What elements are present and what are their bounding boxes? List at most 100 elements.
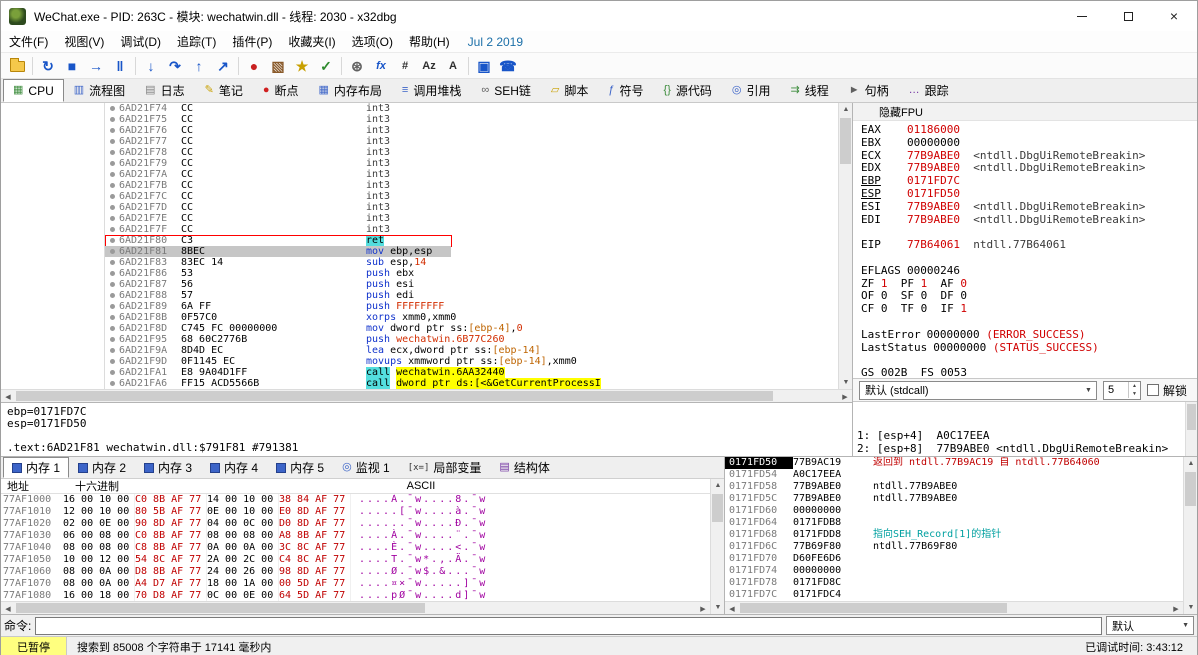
- tab-source[interactable]: {}源代码: [654, 79, 722, 102]
- scrollbar-thumb[interactable]: [16, 603, 425, 613]
- assemble-button[interactable]: Az: [417, 55, 441, 77]
- scrollbar-thumb[interactable]: [740, 603, 1007, 613]
- scroll-down-icon[interactable]: [839, 376, 853, 389]
- tab-references[interactable]: ◎引用: [722, 79, 781, 102]
- scrollbar-track[interactable]: [739, 602, 1169, 614]
- disasm-row[interactable]: 6AD21F76CCint3: [1, 125, 838, 136]
- tab-seh-chain[interactable]: ∞SEH链: [471, 79, 541, 102]
- spinner-down-icon[interactable]: ▼: [1129, 390, 1140, 398]
- disassembly-vertical-scrollbar[interactable]: [838, 103, 852, 389]
- tab-memory-5[interactable]: 内存 5: [267, 457, 333, 478]
- arguments-view[interactable]: 1: [esp+4] A0C17EEA2: [esp+8] 77B9ABE0 <…: [853, 401, 1197, 456]
- open-file-button[interactable]: [5, 55, 29, 77]
- step-over-button[interactable]: ↷: [163, 55, 187, 77]
- stack-row[interactable]: 0171FD5077B9AC19返回到 ntdll.77B9AC19 自 ntd…: [725, 457, 1183, 469]
- tab-memory-1[interactable]: 内存 1: [3, 457, 69, 478]
- hide-fpu-button[interactable]: 隐藏FPU: [879, 104, 923, 120]
- scroll-left-icon[interactable]: [1, 602, 15, 614]
- register-row[interactable]: LastStatus00000000 (STATUS_SUCCESS): [861, 342, 1197, 355]
- report-bug-button[interactable]: ☎: [496, 55, 520, 77]
- stack-view[interactable]: 0171FD5077B9AC19返回到 ntdll.77B9AC19 自 ntd…: [725, 457, 1183, 601]
- scrollbar-thumb[interactable]: [840, 118, 851, 164]
- calculator-button[interactable]: fx: [369, 55, 393, 77]
- disasm-row[interactable]: 6AD21F7DCCint3: [1, 202, 838, 213]
- run-button[interactable]: →: [84, 55, 108, 77]
- scrollbar-thumb[interactable]: [1187, 404, 1196, 430]
- command-default-select[interactable]: 默认 ▼: [1106, 616, 1194, 635]
- scroll-up-icon[interactable]: [711, 479, 724, 492]
- scrollbar-track[interactable]: [839, 116, 852, 376]
- dump-horizontal-scrollbar[interactable]: [1, 601, 710, 614]
- disasm-row[interactable]: 6AD21F8653push ebx: [1, 268, 838, 279]
- tab-memory-map[interactable]: ▦内存布局: [309, 79, 392, 102]
- disasm-row[interactable]: 6AD21F75CCint3: [1, 114, 838, 125]
- disassembly-view[interactable]: 6AD21F74CCint36AD21F75CCint36AD21F76CCin…: [1, 103, 838, 389]
- menu-item[interactable]: 插件(P): [224, 31, 280, 52]
- scrollbar-track[interactable]: [15, 390, 838, 402]
- menu-item[interactable]: 追踪(T): [169, 31, 224, 52]
- disasm-row[interactable]: 6AD21F77CCint3: [1, 136, 838, 147]
- disasm-row[interactable]: 6AD21F9568 60C2776Bpush wechatwin.6B77C2…: [1, 334, 838, 345]
- windows-button[interactable]: ▣: [472, 55, 496, 77]
- arguments-scrollbar[interactable]: [1185, 402, 1197, 456]
- scrollbar-track[interactable]: [15, 602, 696, 614]
- pause-button[interactable]: ‖: [108, 55, 132, 77]
- dump-view[interactable]: 77AF100016 00 10 00C0 8B AF 7714 00 10 0…: [1, 494, 710, 601]
- disasm-row[interactable]: 6AD21F7BCCint3: [1, 180, 838, 191]
- scroll-down-icon[interactable]: [711, 601, 724, 614]
- disasm-row[interactable]: 6AD21F80C3ret: [1, 235, 838, 246]
- maximize-button[interactable]: [1105, 1, 1151, 31]
- scroll-down-icon[interactable]: [1184, 601, 1197, 614]
- register-row[interactable]: EDI77B9ABE0 <ntdll.DbgUiRemoteBreakin>: [861, 214, 1197, 227]
- stack-horizontal-scrollbar[interactable]: [725, 601, 1183, 614]
- menu-item[interactable]: 调试(D): [112, 31, 169, 52]
- scroll-up-icon[interactable]: [1184, 457, 1197, 470]
- argument-row[interactable]: 1: [esp+4] A0C17EEA: [857, 430, 1183, 443]
- dump-row[interactable]: 77AF105010 00 12 0054 8C AF 772A 00 2C 0…: [1, 554, 710, 566]
- disasm-row[interactable]: 6AD21F8383EC 14sub esp,14: [1, 257, 838, 268]
- stack-row[interactable]: 0171FD7400000000: [725, 565, 1183, 577]
- scrollbar-thumb[interactable]: [16, 391, 773, 401]
- stack-row[interactable]: 0171FD5877B9ABE0ntdll.77B9ABE0: [725, 481, 1183, 493]
- restart-button[interactable]: ↻: [36, 55, 60, 77]
- stack-row[interactable]: 0171FD680171FDD8指向SEH_Record[1]的指针: [725, 529, 1183, 541]
- stack-row[interactable]: 0171FD640171FDB8: [725, 517, 1183, 529]
- disasm-row[interactable]: 6AD21F7ACCint3: [1, 169, 838, 180]
- tab-call-stack[interactable]: ≡调用堆栈: [392, 79, 471, 102]
- scrollbar-thumb[interactable]: [712, 494, 723, 522]
- scroll-right-icon[interactable]: [1169, 602, 1183, 614]
- spinner-up-icon[interactable]: ▲: [1129, 382, 1140, 390]
- disasm-row[interactable]: 6AD21F78CCint3: [1, 147, 838, 158]
- script-run-button[interactable]: ✓: [314, 55, 338, 77]
- registers-view[interactable]: EAX01186000EBX00000000ECX77B9ABE0 <ntdll…: [853, 121, 1197, 378]
- stack-row[interactable]: 0171FD54A0C17EEA: [725, 469, 1183, 481]
- disasm-row[interactable]: 6AD21F9A8D4D EClea ecx,dword ptr ss:[ebp…: [1, 345, 838, 356]
- disasm-row[interactable]: 6AD21F818BECmov ebp,esp: [1, 246, 838, 257]
- disasm-row[interactable]: 6AD21F8857push edi: [1, 290, 838, 301]
- tab-cpu[interactable]: ▦CPU: [3, 79, 64, 102]
- find-strings-button[interactable]: A: [441, 55, 465, 77]
- menu-item[interactable]: 收藏夹(I): [280, 31, 343, 52]
- disasm-row[interactable]: 6AD21F9D0F1145 ECmovups xmmword ptr ss:[…: [1, 356, 838, 367]
- patches-button[interactable]: ▧: [266, 55, 290, 77]
- favourites-button[interactable]: ★: [290, 55, 314, 77]
- tab-watch-1[interactable]: ◎监视 1: [333, 457, 399, 478]
- disasm-row[interactable]: 6AD21F8756push esi: [1, 279, 838, 290]
- step-into-button[interactable]: ↓: [139, 55, 163, 77]
- command-input[interactable]: [35, 617, 1102, 635]
- scroll-right-icon[interactable]: [696, 602, 710, 614]
- tab-graph[interactable]: ▥流程图: [64, 79, 135, 102]
- disasm-row[interactable]: 6AD21F8B0F57C0xorps xmm0,xmm0: [1, 312, 838, 323]
- dump-row[interactable]: 77AF108016 00 18 0070 D8 AF 770C 00 0E 0…: [1, 590, 710, 601]
- dump-row[interactable]: 77AF101012 00 10 0080 5B AF 770E 00 10 0…: [1, 506, 710, 518]
- argument-row[interactable]: 3: [esp+C] 77B9ABE0 <ntdll.DbgUiRemoteBr…: [857, 455, 1183, 456]
- settings-button[interactable]: ⊛: [345, 55, 369, 77]
- disasm-row[interactable]: 6AD21F7ECCint3: [1, 213, 838, 224]
- scroll-up-icon[interactable]: [839, 103, 853, 116]
- trace-record-button[interactable]: ●: [242, 55, 266, 77]
- disasm-row[interactable]: 6AD21F896A FFpush FFFFFFFF: [1, 301, 838, 312]
- dump-row[interactable]: 77AF100016 00 10 00C0 8B AF 7714 00 10 0…: [1, 494, 710, 506]
- patch-hash-button[interactable]: #: [393, 55, 417, 77]
- argument-count-spinner[interactable]: 5 ▲ ▼: [1103, 381, 1141, 400]
- calling-convention-select[interactable]: 默认 (stdcall) ▼: [859, 381, 1097, 400]
